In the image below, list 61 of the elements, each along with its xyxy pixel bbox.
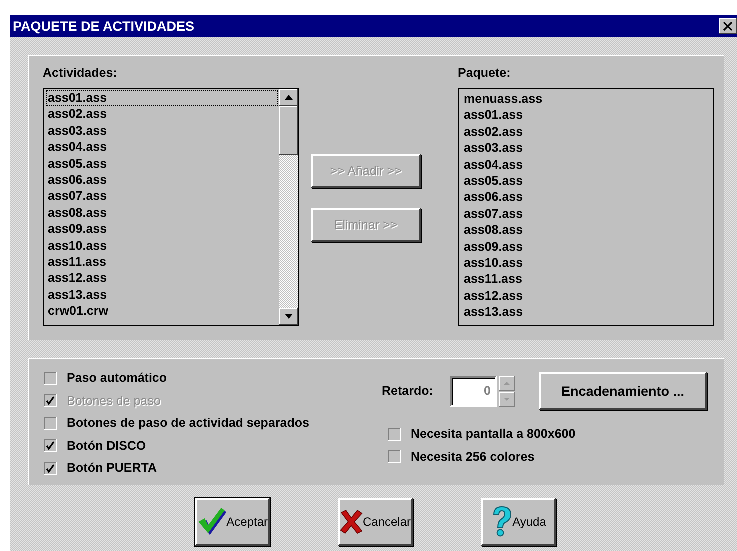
checkbox[interactable] [44,439,57,452]
list-item[interactable]: ass10.ass [462,254,713,272]
activities-label: Actividades: [43,66,118,82]
list-item[interactable]: ass06.ass [46,172,279,188]
list-item[interactable]: ass08.ass [462,222,713,239]
activities-list[interactable]: ass01.ass ass02.ass ass03.ass ass04.ass ass05.ass ass06.ass ass07.ass ass08.ass ass09.ass ass10.ass ass11.ass ass12.ass ass13.ass crw01.crw [43,88,299,326]
scrollbar-thumb[interactable] [279,106,298,155]
list-item[interactable]: menuass.ass [462,91,713,108]
checkbox-label: Necesita 256 colores [411,450,535,464]
question-mark-icon [490,506,513,538]
list-item[interactable]: ass11.ass [46,254,279,270]
checkbox[interactable] [44,416,57,430]
list-item[interactable]: ass01.ass [462,107,713,124]
list-item[interactable]: ass06.ass [462,189,713,206]
list-item[interactable]: ass02.ass [462,124,713,140]
accept-button[interactable]: Aceptar [195,498,270,546]
help-button[interactable]: Ayuda [481,498,556,546]
up-arrow-icon [284,95,292,100]
chain-button[interactable]: Encadenamiento ... [539,372,707,410]
list-item[interactable]: ass03.ass [462,140,713,157]
checkbox-label: Necesita pantalla a 800x600 [411,427,576,442]
delay-label: Retardo: [382,384,434,398]
checkbox[interactable] [388,450,401,464]
checkbox[interactable] [388,428,401,441]
checkbox-label: Paso automático [67,371,168,386]
list-item[interactable]: ass05.ass [46,156,279,172]
checkbox-label: Botón DISCO [67,438,146,453]
delay-field[interactable]: 0 [450,376,497,406]
checkbox-label: Botones de paso de actividad separados [67,416,310,430]
list-item[interactable]: ass10.ass [46,238,279,254]
checkbox-label: Botón PUERTA [67,461,158,476]
list-item[interactable]: ass04.ass [46,139,279,156]
checkbox[interactable] [44,372,57,385]
list-item[interactable]: ass02.ass [46,106,279,123]
list-item[interactable]: ass13.ass [462,304,713,320]
list-item[interactable]: ass09.ass [462,238,713,255]
package-label: Paquete: [458,66,512,82]
cancel-button[interactable]: Cancelar [338,498,413,546]
window-title: PAQUETE DE ACTIVIDADES [13,18,196,34]
checkbox-label: Botones de paso [67,394,161,408]
list-item[interactable]: ass11.ass [462,271,713,288]
list-item[interactable]: ass04.ass [462,156,713,173]
close-icon [723,22,733,30]
list-item[interactable]: ass03.ass [46,122,279,140]
list-item[interactable]: crw01.crw [46,303,279,320]
list-item[interactable]: ass01.ass [46,90,278,106]
checkmark-icon [197,506,227,538]
checkbox[interactable] [44,462,57,475]
list-item[interactable]: ass12.ass [46,270,279,287]
list-item[interactable]: ass09.ass [46,221,279,238]
package-list[interactable]: menuass.ass ass01.ass ass02.ass ass03.ass ass04.ass ass05.ass ass06.ass ass07.ass ass08.ass ass09.ass ass10.ass ass11.ass ass12.ass ass13.ass [458,88,714,326]
list-item[interactable]: ass08.ass [46,204,279,222]
list-item[interactable]: ass07.ass [46,188,279,205]
list-item[interactable]: ass07.ass [462,206,713,222]
spinner[interactable] [499,376,515,406]
scrollbar[interactable] [279,89,298,325]
close-button[interactable] [719,18,737,34]
list-item[interactable]: ass12.ass [462,288,713,304]
down-arrow-icon [284,314,292,319]
list-item[interactable]: ass13.ass [46,286,279,304]
list-item[interactable]: ass05.ass [462,172,713,190]
